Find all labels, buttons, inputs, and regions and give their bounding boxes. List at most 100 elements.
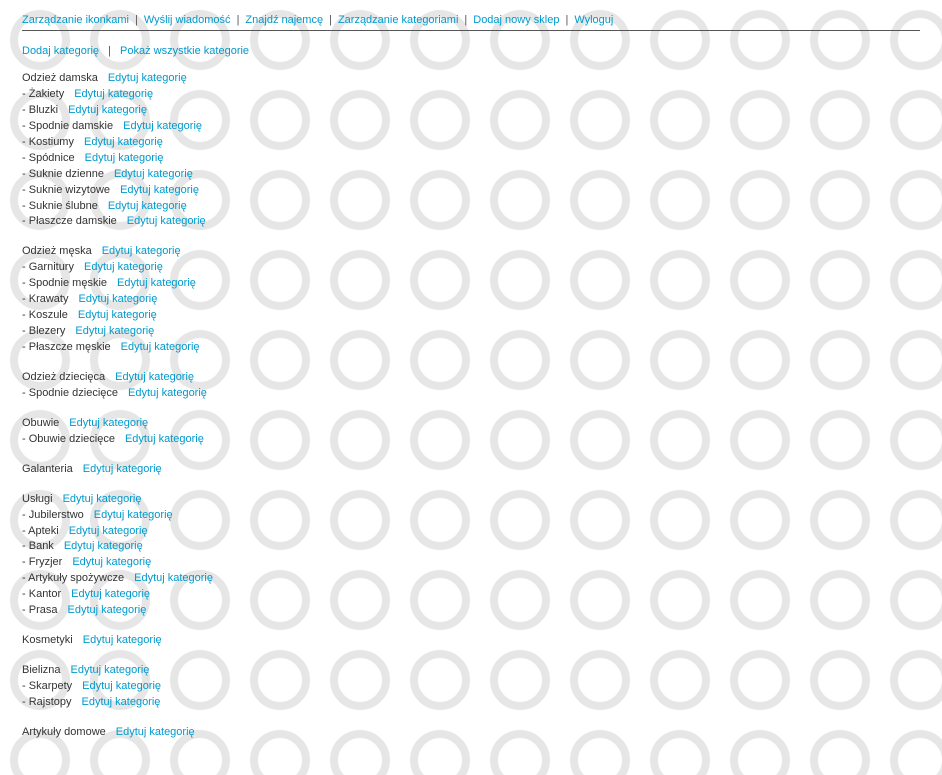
nav-link[interactable]: Wyślij wiadomość	[144, 14, 231, 26]
edit-category-link[interactable]: Edytuj kategorię	[82, 696, 161, 708]
edit-category-link[interactable]: Edytuj kategorię	[85, 152, 164, 164]
category-row: BieliznaEdytuj kategorię	[22, 663, 920, 679]
nav-link[interactable]: Zarządzanie ikonkami	[22, 14, 129, 26]
nav-link[interactable]: Dodaj nowy sklep	[473, 14, 559, 26]
edit-category-link[interactable]: Edytuj kategorię	[74, 88, 153, 100]
category-name: Kosmetyki	[22, 634, 73, 646]
edit-category-link[interactable]: Edytuj kategorię	[75, 325, 154, 337]
subcategory-row: - KoszuleEdytuj kategorię	[22, 308, 920, 324]
separator: |	[323, 14, 338, 26]
edit-category-link[interactable]: Edytuj kategorię	[114, 168, 193, 180]
subcategory-name: Spodnie damskie	[29, 120, 113, 132]
edit-category-link[interactable]: Edytuj kategorię	[67, 604, 146, 616]
subcategory-row: - BankEdytuj kategorię	[22, 539, 920, 555]
dash-icon: -	[22, 200, 29, 212]
category-row: GalanteriaEdytuj kategorię	[22, 462, 920, 478]
edit-category-link[interactable]: Edytuj kategorię	[121, 341, 200, 353]
separator: |	[231, 14, 246, 26]
edit-category-link[interactable]: Edytuj kategorię	[71, 588, 150, 600]
subcategory-name: Artykuły spożywcze	[28, 572, 124, 584]
category-row: Kosmetyki Edytuj kategorię	[22, 633, 920, 649]
dash-icon: -	[22, 136, 29, 148]
nav-link[interactable]: Zarządzanie kategoriami	[338, 14, 458, 26]
subcategory-name: Płaszcze damskie	[29, 215, 117, 227]
subcategory-name: Suknie dzienne	[29, 168, 104, 180]
category-group: GalanteriaEdytuj kategorię	[22, 462, 920, 478]
subcategory-name: Suknie ślubne	[29, 200, 98, 212]
subcategory-name: Krawaty	[29, 293, 69, 305]
dash-icon: -	[22, 680, 29, 692]
edit-category-link[interactable]: Edytuj kategorię	[134, 572, 213, 584]
add-category-link[interactable]: Dodaj kategorię	[22, 45, 99, 57]
subcategory-name: Rajstopy	[29, 696, 72, 708]
edit-category-link[interactable]: Edytuj kategorię	[64, 540, 143, 552]
edit-category-link[interactable]: Edytuj kategorię	[120, 184, 199, 196]
subcategory-name: Spodnie dziecięce	[29, 387, 118, 399]
edit-category-link[interactable]: Edytuj kategorię	[69, 417, 148, 429]
subcategory-name: Bank	[29, 540, 54, 552]
edit-category-link[interactable]: Edytuj kategorię	[108, 72, 187, 84]
subcategory-name: Kantor	[29, 588, 61, 600]
subcategory-row: - Suknie ślubne Edytuj kategorię	[22, 199, 920, 215]
dash-icon: -	[22, 433, 29, 445]
edit-category-link[interactable]: Edytuj kategorię	[78, 293, 157, 305]
subcategory-name: Jubilerstwo	[29, 509, 84, 521]
edit-category-link[interactable]: Edytuj kategorię	[127, 215, 206, 227]
dash-icon: -	[22, 184, 29, 196]
edit-category-link[interactable]: Edytuj kategorię	[102, 245, 181, 257]
category-name: Odzież damska	[22, 72, 98, 84]
edit-category-link[interactable]: Edytuj kategorię	[78, 309, 157, 321]
category-name: Odzież dziecięca	[22, 371, 105, 383]
edit-category-link[interactable]: Edytuj kategorię	[71, 664, 150, 676]
subcategory-row: - Spodnie dziecięceEdytuj kategorię	[22, 386, 920, 402]
subcategory-row: - Bluzki Edytuj kategorię	[22, 103, 920, 119]
subcategory-name: Skarpety	[29, 680, 72, 692]
edit-category-link[interactable]: Edytuj kategorię	[123, 120, 202, 132]
edit-category-link[interactable]: Edytuj kategorię	[115, 371, 194, 383]
edit-category-link[interactable]: Edytuj kategorię	[84, 136, 163, 148]
edit-category-link[interactable]: Edytuj kategorię	[83, 463, 162, 475]
subcategory-row: - Płaszcze męskieEdytuj kategorię	[22, 340, 920, 356]
subcategory-name: Bluzki	[29, 104, 58, 116]
separator: |	[129, 14, 144, 26]
dash-icon: -	[22, 588, 29, 600]
category-group: Odzież męskaEdytuj kategorię- GarnituryE…	[22, 244, 920, 356]
dash-icon: -	[22, 696, 29, 708]
show-all-categories-link[interactable]: Pokaż wszystkie kategorie	[120, 45, 249, 57]
subcategory-row: - Suknie wizytoweEdytuj kategorię	[22, 183, 920, 199]
edit-category-link[interactable]: Edytuj kategorię	[72, 556, 151, 568]
dash-icon: -	[22, 277, 29, 289]
subcategory-name: Spódnice	[29, 152, 75, 164]
dash-icon: -	[22, 120, 29, 132]
category-group: Artykuły domoweEdytuj kategorię	[22, 725, 920, 741]
edit-category-link[interactable]: Edytuj kategorię	[94, 509, 173, 521]
subcategory-row: - Kantor Edytuj kategorię	[22, 587, 920, 603]
category-group: Odzież dziecięcaEdytuj kategorię- Spodni…	[22, 370, 920, 402]
edit-category-link[interactable]: Edytuj kategorię	[63, 493, 142, 505]
subcategory-row: - Skarpety Edytuj kategorię	[22, 679, 920, 695]
edit-category-link[interactable]: Edytuj kategorię	[82, 680, 161, 692]
dash-icon: -	[22, 104, 29, 116]
category-group: Kosmetyki Edytuj kategorię	[22, 633, 920, 649]
edit-category-link[interactable]: Edytuj kategorię	[108, 200, 187, 212]
edit-category-link[interactable]: Edytuj kategorię	[116, 726, 195, 738]
edit-category-link[interactable]: Edytuj kategorię	[68, 104, 147, 116]
dash-icon: -	[22, 168, 29, 180]
edit-category-link[interactable]: Edytuj kategorię	[125, 433, 204, 445]
edit-category-link[interactable]: Edytuj kategorię	[83, 634, 162, 646]
top-nav: Zarządzanie ikonkami|Wyślij wiadomość|Zn…	[22, 14, 920, 31]
nav-link[interactable]: Wyloguj	[574, 14, 613, 26]
category-row: ObuwieEdytuj kategorię	[22, 416, 920, 432]
separator: |	[559, 14, 574, 26]
subcategory-row: - ŻakietyEdytuj kategorię	[22, 87, 920, 103]
subcategory-name: Apteki	[28, 525, 59, 537]
dash-icon: -	[22, 152, 29, 164]
nav-link[interactable]: Znajdź najemcę	[245, 14, 323, 26]
separator: |	[102, 45, 117, 57]
subcategory-name: Kostiumy	[29, 136, 74, 148]
edit-category-link[interactable]: Edytuj kategorię	[128, 387, 207, 399]
edit-category-link[interactable]: Edytuj kategorię	[117, 277, 196, 289]
edit-category-link[interactable]: Edytuj kategorię	[84, 261, 163, 273]
subcategory-row: - Rajstopy Edytuj kategorię	[22, 695, 920, 711]
edit-category-link[interactable]: Edytuj kategorię	[69, 525, 148, 537]
